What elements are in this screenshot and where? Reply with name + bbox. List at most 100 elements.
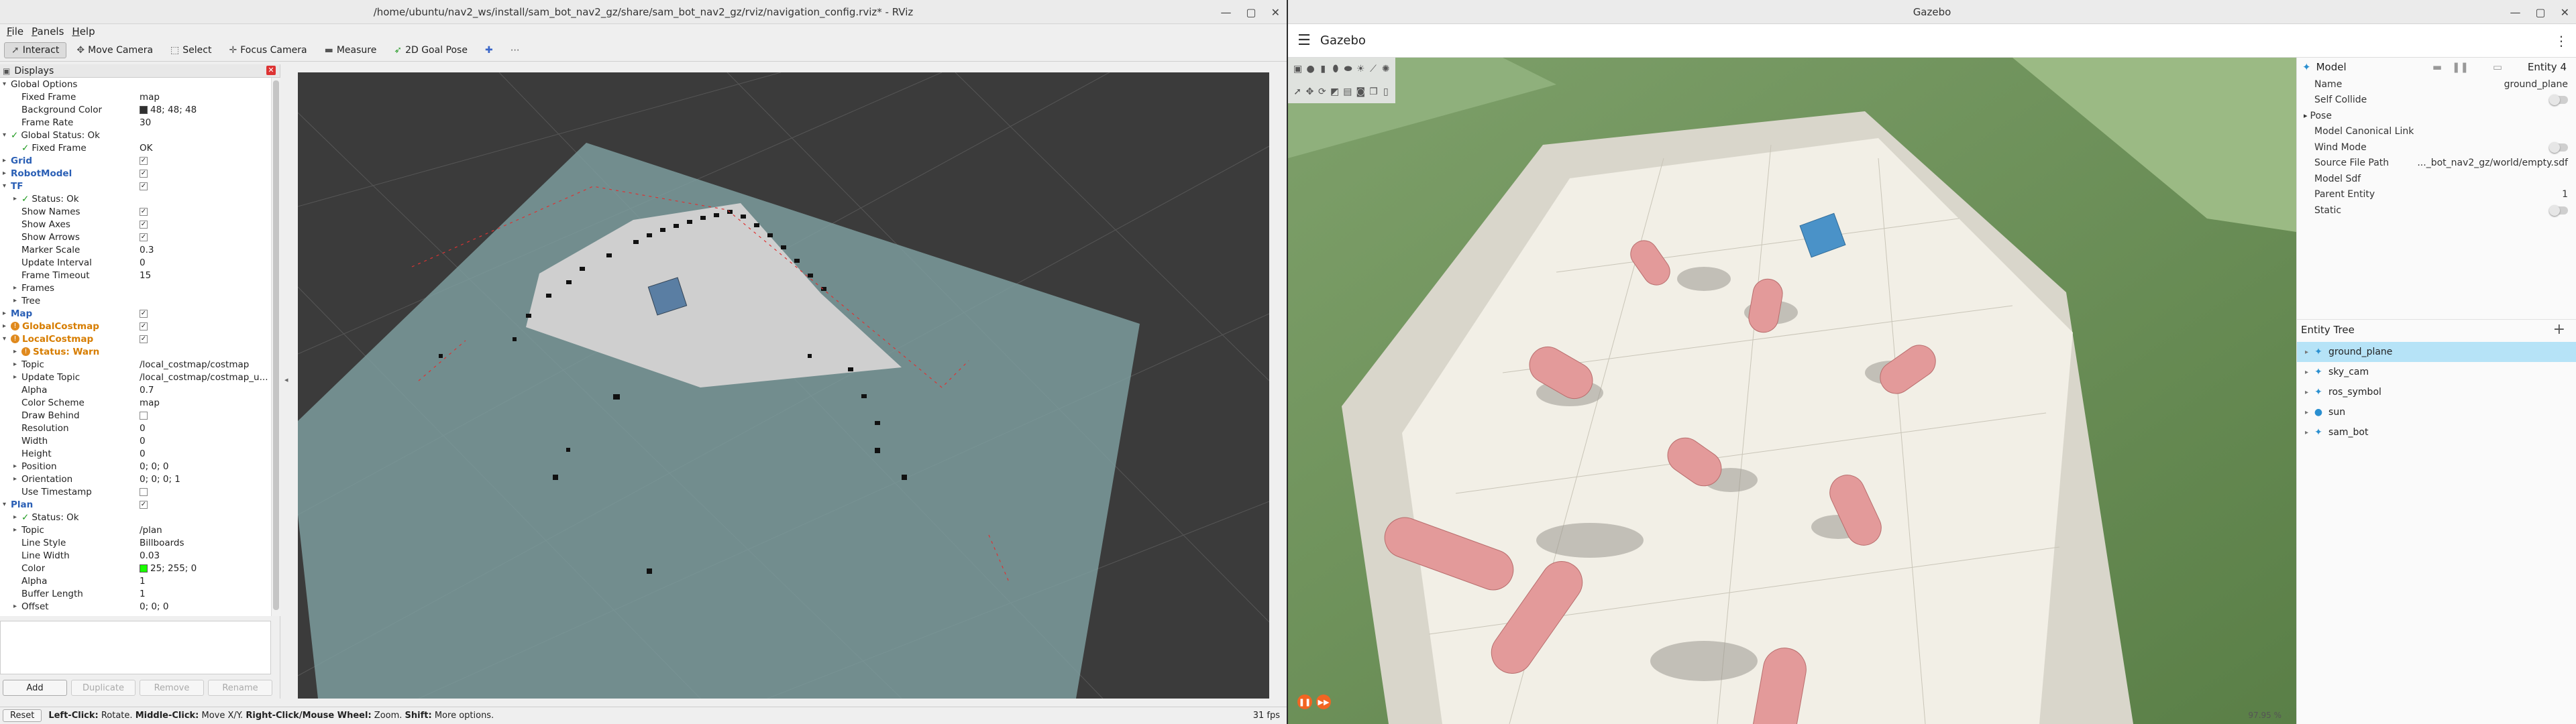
- tree-row-value[interactable]: ✓: [140, 309, 268, 318]
- tree-row[interactable]: ▾ Plan ✓: [0, 498, 271, 511]
- tree-row[interactable]: Line Width 0.03: [0, 549, 271, 562]
- component-prop-row[interactable]: Model Sdf: [2297, 171, 2576, 187]
- tree-row[interactable]: Color Scheme map: [0, 396, 271, 409]
- tool-select[interactable]: ⬚ Select: [163, 42, 219, 58]
- component-prop-row[interactable]: ▸ Pose: [2297, 108, 2576, 124]
- checkbox[interactable]: ✓: [140, 182, 148, 190]
- tree-row[interactable]: ▸ Topic/local_costmap/costmap: [0, 358, 271, 371]
- checkbox[interactable]: ✓: [140, 207, 148, 216]
- tree-row[interactable]: ▸ Tree: [0, 294, 271, 307]
- cylinder-icon[interactable]: ▮: [1319, 62, 1328, 76]
- tree-row[interactable]: Height 0: [0, 447, 271, 460]
- tree-row-value[interactable]: /local_costmap/costmap: [140, 359, 268, 370]
- color-swatch[interactable]: [140, 105, 148, 114]
- close-icon[interactable]: ✕: [2561, 6, 2569, 19]
- expand-arrow-icon[interactable]: ▸: [13, 514, 21, 521]
- component-prop-row[interactable]: Parent Entity 1: [2297, 187, 2576, 203]
- scrollbar-thumb[interactable]: [273, 80, 279, 610]
- tree-row[interactable]: Show Arrows ✓: [0, 231, 271, 243]
- tree-row[interactable]: Resolution 0: [0, 422, 271, 434]
- minimize-icon[interactable]: —: [2510, 6, 2520, 19]
- collapse-arrow-icon[interactable]: ▾: [3, 80, 11, 88]
- component-prop-row[interactable]: Name ground_plane: [2297, 76, 2576, 93]
- tree-row[interactable]: Frame Timeout 15: [0, 269, 271, 282]
- tree-row[interactable]: ▸! GlobalCostmap ✓: [0, 320, 271, 333]
- tree-row-value[interactable]: 48; 48; 48: [140, 105, 268, 115]
- screenshot-icon[interactable]: ◙: [1356, 84, 1366, 99]
- checkbox[interactable]: ✓: [140, 322, 148, 330]
- minimize-icon[interactable]: —: [1220, 6, 1231, 19]
- tool-measure[interactable]: ▬ Measure: [317, 42, 384, 58]
- expand-arrow-icon[interactable]: ▸: [13, 297, 21, 304]
- displays-tree[interactable]: ▾ Global Options Fixed Frame map Background …: [0, 78, 271, 616]
- reset-button[interactable]: Reset: [3, 709, 42, 722]
- checkbox[interactable]: ✓: [140, 309, 148, 318]
- checkbox[interactable]: [140, 411, 148, 420]
- entity-tree-item[interactable]: ▸ ✦ sky_cam: [2297, 362, 2576, 382]
- tree-row-value[interactable]: 0: [140, 423, 268, 434]
- tree-row[interactable]: Width 0: [0, 434, 271, 447]
- view-angle-icon[interactable]: ◩: [1330, 84, 1339, 99]
- color-swatch[interactable]: [140, 564, 148, 572]
- expand-arrow-icon[interactable]: ▸: [13, 526, 21, 534]
- grid-icon[interactable]: ▤: [1343, 84, 1352, 99]
- tree-row[interactable]: ▸ Frames: [0, 282, 271, 294]
- tree-row[interactable]: ▾ ✓ Global Status: Ok: [0, 129, 271, 141]
- expand-arrow-icon[interactable]: ▸: [2305, 409, 2308, 416]
- tree-row[interactable]: Frame Rate 30: [0, 116, 271, 129]
- tree-row-value[interactable]: 0: [140, 257, 268, 268]
- spot-light-icon[interactable]: ⟋: [1369, 62, 1378, 76]
- component-prop-row[interactable]: Model Canonical Link: [2297, 124, 2576, 140]
- tool-interact[interactable]: ➚ Interact: [4, 42, 67, 58]
- light-sun-icon[interactable]: ☀: [1356, 62, 1365, 76]
- gazebo-3d-scene[interactable]: ▣ ● ▮ ⬮ ⬬ ☀ ⟋ ✺ ➚ ✥ ⟳ ◩ ▤ ◙ ❐ ▯ ❚❚ ▶▶ 97…: [1288, 58, 2296, 724]
- entity-tree-item[interactable]: ▸ ✦ ros_symbol: [2297, 382, 2576, 402]
- tree-row[interactable]: ▸ Orientation 0; 0; 0; 1: [0, 473, 271, 485]
- displays-scrollbar[interactable]: [271, 78, 280, 616]
- collapse-arrow-icon[interactable]: ▾: [3, 131, 11, 139]
- tree-row[interactable]: ▾ TF ✓: [0, 180, 271, 192]
- translate-icon[interactable]: ✥: [1305, 84, 1314, 99]
- tree-row-value[interactable]: /local_costmap/costmap_u...: [140, 372, 268, 383]
- tree-row[interactable]: Alpha 0.7: [0, 383, 271, 396]
- tree-row-value[interactable]: ✓: [140, 220, 268, 229]
- tree-row[interactable]: ▸ Update Topic/local_costmap/costmap_u...: [0, 371, 271, 383]
- tree-row-value[interactable]: 0.03: [140, 550, 268, 561]
- checkbox[interactable]: [140, 487, 148, 496]
- maximize-icon[interactable]: ▢: [2535, 6, 2545, 19]
- component-prop-row[interactable]: Static: [2297, 202, 2576, 219]
- tree-row-value[interactable]: [140, 411, 268, 420]
- expand-arrow-icon[interactable]: ▸: [13, 195, 21, 202]
- tree-row[interactable]: Use Timestamp: [0, 485, 271, 498]
- ellipsoid-icon[interactable]: ⬬: [1344, 62, 1352, 76]
- entity-tree-item[interactable]: ▸ ✦ ground_plane: [2297, 342, 2576, 362]
- tree-row[interactable]: ▸ Grid ✓: [0, 154, 271, 167]
- tree-row[interactable]: ▸! Status: Warn: [0, 345, 271, 358]
- tree-row-value[interactable]: ✓: [140, 335, 268, 343]
- expand-arrow-icon[interactable]: ▸: [13, 361, 21, 368]
- add-entity-icon[interactable]: +: [2553, 321, 2565, 338]
- tool-focus-camera[interactable]: ✛ Focus Camera: [221, 42, 314, 58]
- tree-row[interactable]: ▸ Map ✓: [0, 307, 271, 320]
- menu-panels[interactable]: Panels: [32, 25, 64, 38]
- expand-arrow-icon[interactable]: ▸: [2305, 389, 2308, 396]
- menu-help[interactable]: Help: [72, 25, 95, 38]
- tree-row[interactable]: ▾ Global Options: [0, 78, 271, 90]
- expand-arrow-icon[interactable]: ▸: [2305, 429, 2308, 436]
- tool-menu-button[interactable]: ⋯: [503, 42, 527, 58]
- tree-row[interactable]: Marker Scale 0.3: [0, 243, 271, 256]
- tree-row-value[interactable]: ✓: [140, 233, 268, 241]
- toggle-switch[interactable]: [2549, 141, 2568, 153]
- duplicate-button[interactable]: Duplicate: [71, 680, 136, 696]
- collapse-arrow-icon[interactable]: ▾: [3, 501, 11, 508]
- lock-icon[interactable]: ▬: [2432, 61, 2442, 73]
- expand-arrow-icon[interactable]: ▸: [3, 157, 11, 164]
- tree-row[interactable]: Alpha 1: [0, 575, 271, 587]
- tree-row[interactable]: Color 25; 255; 0: [0, 562, 271, 575]
- component-prop-row[interactable]: Self Collide: [2297, 93, 2576, 109]
- link-icon[interactable]: ▭: [2493, 61, 2502, 73]
- expand-arrow-icon[interactable]: ▸: [3, 322, 11, 330]
- tree-row-value[interactable]: map: [140, 92, 268, 103]
- paste-icon[interactable]: ▯: [1382, 84, 1390, 99]
- checkbox[interactable]: ✓: [140, 220, 148, 229]
